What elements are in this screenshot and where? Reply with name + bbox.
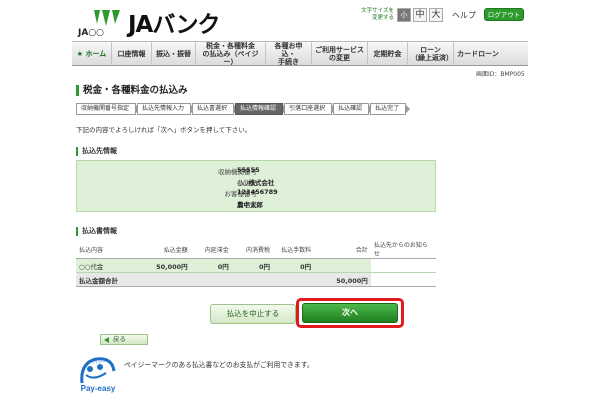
step-6: 払込確認 [333, 103, 374, 115]
cell-fee: 0円 [272, 258, 315, 273]
customer-number-value: 123456789 [237, 188, 278, 196]
step-7: 払込完了 [370, 103, 411, 115]
progress-steps: 収納機関番号指定 払込先情報入力 払込書選択 払込情報確認 引落口座選択 払込確… [76, 103, 411, 115]
payee-value: ○○株式会社 [237, 179, 275, 187]
next-button[interactable]: 次へ [302, 303, 398, 323]
screen-id: 画面ID：BMP005 [476, 71, 525, 78]
instruction-text: 下記の内容でよろしければ「次へ」ボタンを押して下さい。 [76, 126, 252, 134]
logout-button[interactable]: ログアウト [484, 8, 524, 21]
step-3: 払込書選択 [192, 103, 239, 115]
nav-applications[interactable]: 各種お申込・ 手続き [266, 42, 312, 66]
nav-home[interactable]: ★ ホーム [72, 42, 112, 65]
payeasy-logo-icon: ペイジー Pay-easy [80, 357, 116, 393]
fontsize-large-button[interactable]: 大 [429, 8, 443, 22]
payee-info-panel: 収納機関番号 55555 払込先 ○○株式会社 お客様番号 123456789 … [76, 160, 436, 212]
bill-section-title: 払込書情報 [76, 227, 117, 236]
cell-content: ○○代金 [76, 258, 127, 273]
header: JAバンク JA○○ 文字サイズを 変更する 小 中 大 ヘルプ ログアウト [72, 0, 528, 40]
total-notice-blank [370, 272, 436, 287]
total-label: 払込金額合計 [76, 272, 191, 287]
cell-total [314, 258, 371, 273]
col-tax: 内消費税 [231, 240, 273, 259]
cell-amount: 50,000円 [126, 258, 191, 273]
col-amount: 払込金額 [126, 240, 191, 259]
main-nav: ★ ホーム 口座情報 振込・振替 税金・各種料金 の払込み（ペイジー） 各種お申… [72, 41, 528, 66]
step-5: 引落口座選択 [284, 103, 337, 115]
step-1: 収納機関番号指定 [76, 103, 141, 115]
payeasy-logo-text: Pay-easy [81, 384, 116, 393]
col-content: 払込内容 [76, 240, 127, 259]
step-2: 払込先情報入力 [137, 103, 196, 115]
back-button[interactable]: 戻る [100, 334, 148, 345]
nav-payeasy[interactable]: 税金・各種料金 の払込み（ペイジー） [196, 42, 266, 66]
cancel-payment-button[interactable]: 払込を中止する [210, 304, 296, 324]
cell-late-fee: 0円 [190, 258, 232, 273]
nav-loan[interactable]: ローン （繰上返済） [408, 42, 454, 65]
table-row: ○○代金 50,000円 0円 0円 0円 [76, 258, 436, 273]
cell-tax: 0円 [231, 258, 273, 273]
brand-title: JAバンク [128, 12, 221, 38]
nav-card-loan[interactable]: カードローン [454, 42, 502, 65]
nav-account-info[interactable]: 口座情報 [112, 42, 152, 65]
total-row: 払込金額合計 50,000円 [76, 272, 436, 287]
col-total: 合計 [314, 240, 371, 259]
fontsize-label: 文字サイズを 変更する [361, 8, 394, 21]
col-notice: 払込先からのお知らせ [370, 240, 436, 259]
nav-time-deposit[interactable]: 定期貯金 [368, 42, 408, 65]
ja-branch-name: JA○○ [78, 28, 105, 38]
col-fee: 払込手数料 [272, 240, 315, 259]
bill-table: 払込内容 払込金額 内延滞金 内消費税 払込手数料 合計 払込先からのお知らせ … [76, 240, 436, 287]
step-4-current: 払込情報確認 [235, 103, 288, 115]
payeasy-logo-kana: ペイジー [90, 358, 106, 364]
page-title: 税金・各種料金の払込み [76, 85, 188, 96]
nav-transfer[interactable]: 振込・振替 [152, 42, 196, 65]
payee-section-title: 払込先情報 [76, 147, 117, 156]
total-value: 50,000円 [190, 272, 371, 287]
cell-notice [370, 258, 436, 273]
bill-table-header: 払込内容 払込金額 内延滞金 内消費税 払込手数料 合計 払込先からのお知らせ [76, 240, 436, 259]
nav-service-change[interactable]: ご利用サービス の変更 [312, 42, 368, 65]
fontsize-medium-button[interactable]: 中 [413, 8, 427, 22]
name-value: 農中太郎 [237, 201, 263, 209]
ja-logo-icon [94, 10, 120, 26]
col-late-fee: 内延滞金 [190, 240, 232, 259]
fontsize-small-button[interactable]: 小 [397, 8, 411, 22]
help-link[interactable]: ヘルプ [452, 10, 476, 21]
collector-number-value: 55555 [237, 166, 260, 174]
payeasy-message: ペイジーマークのある払込書などのお支払がご利用できます。 [124, 361, 314, 369]
